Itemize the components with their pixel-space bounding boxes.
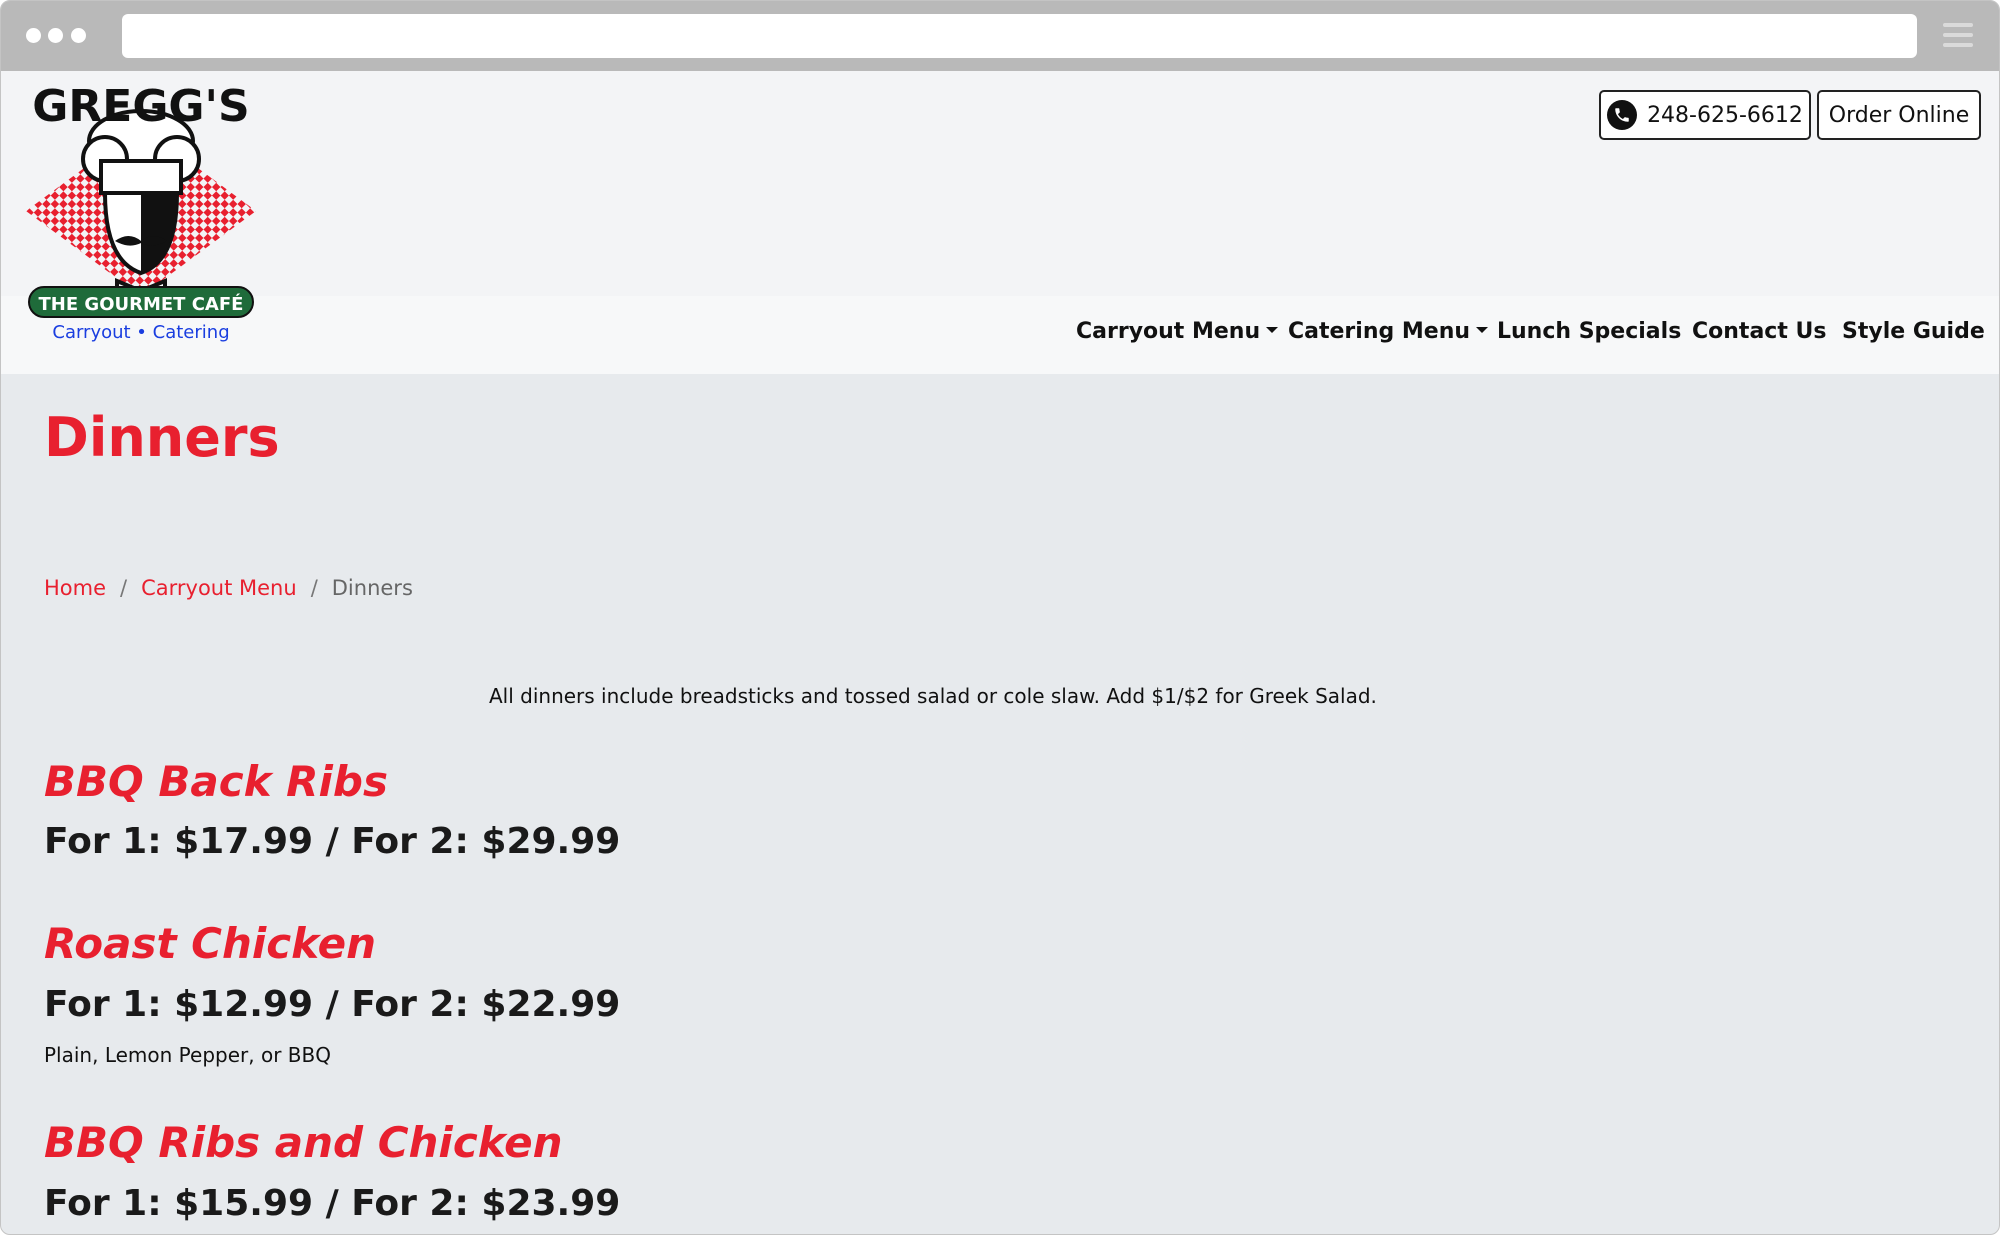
nav-item-carryout-menu[interactable]: Carryout Menu [1076,319,1279,344]
menu-item-name: BBQ Ribs and Chicken [44,1118,563,1167]
logo-tagline: Carryout • Catering [52,322,229,343]
chevron-down-icon [1266,327,1279,333]
window-dot [26,28,41,43]
browser-menu-icon[interactable] [1943,23,1973,53]
nav-item-catering-menu[interactable]: Catering Menu [1288,319,1489,344]
nav-item-label: Style Guide [1842,319,1985,344]
nav-item-style-guide[interactable]: Style Guide [1842,319,1985,344]
nav-item-label: Catering Menu [1288,319,1471,344]
menu-item-name: BBQ Back Ribs [44,757,388,806]
menu-intro: All dinners include breadsticks and toss… [489,684,1377,708]
page-title: Dinners [44,406,280,469]
phone-icon [1607,100,1638,130]
phone-number: 248-625-6612 [1647,102,1803,128]
call-button[interactable]: 248-625-6612 [1599,90,1811,140]
breadcrumb: Home / Carryout Menu / Dinners [44,576,413,600]
address-bar[interactable] [122,14,1917,58]
menu-item-price: For 1: $12.99 / For 2: $22.99 [44,984,621,1025]
nav-item-label: Lunch Specials [1497,319,1682,344]
breadcrumb-separator: / [120,576,128,600]
menu-item-price: For 1: $17.99 / For 2: $29.99 [44,821,621,862]
chevron-down-icon [1476,327,1489,333]
breadcrumb-current: Dinners [331,576,413,600]
order-online-label: Order Online [1828,102,1970,128]
nav-item-lunch-specials[interactable]: Lunch Specials [1497,319,1681,344]
order-online-button[interactable]: Order Online [1817,90,1981,140]
breadcrumb-carryout-link[interactable]: Carryout Menu [141,576,297,600]
browser-window: GREGG'S THE GOURMET CAFÉ Carryout • Cate… [0,0,2000,1235]
site-logo[interactable]: GREGG'S THE GOURMET CAFÉ Carryout • Cate… [21,81,261,351]
logo-wordmark: GREGG'S [32,81,249,132]
menu-item-price: For 1: $15.99 / For 2: $23.99 [44,1183,621,1224]
breadcrumb-home-link[interactable]: Home [44,576,106,600]
nav-item-label: Carryout Menu [1076,319,1261,344]
logo-banner: THE GOURMET CAFÉ [39,293,244,315]
nav-item-label: Contact Us [1692,319,1827,344]
browser-toolbar [1,1,1999,71]
window-dot [71,28,86,43]
menu-item-description: Plain, Lemon Pepper, or BBQ [44,1043,331,1067]
menu-item-name: Roast Chicken [44,919,376,968]
window-dot [48,28,63,43]
breadcrumb-separator: / [310,576,318,600]
nav-item-contact-us[interactable]: Contact Us [1692,319,1826,344]
